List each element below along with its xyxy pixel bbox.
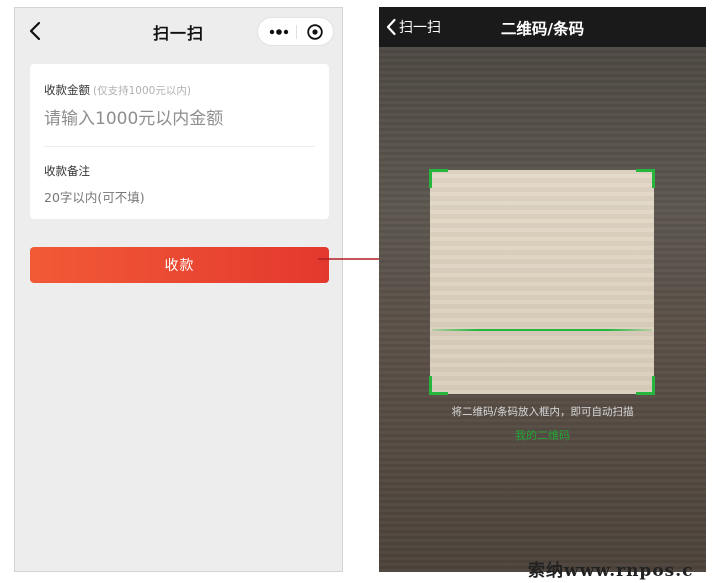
scan-corner [636, 376, 655, 395]
mini-program-capsule [257, 17, 334, 46]
note-label: 收款备注 [44, 164, 90, 178]
collect-payment-button[interactable]: 收款 [30, 247, 329, 283]
amount-label-text: 收款金额 [44, 83, 90, 97]
scanner-screen: 扫一扫 二维码/条码 将二维码/条码放入框内，即可自动扫描 我的二维码 [379, 7, 706, 572]
amount-hint: (仅支持1000元以内) [93, 85, 191, 97]
more-dots-icon[interactable] [268, 24, 290, 40]
amount-label: 收款金额 (仅支持1000元以内) [44, 82, 191, 98]
scan-line [432, 329, 652, 331]
divider [44, 146, 315, 147]
scan-corner [429, 169, 448, 188]
amount-input[interactable] [42, 104, 316, 134]
scan-frame [429, 169, 655, 395]
note-input[interactable] [42, 186, 316, 208]
scan-corner [429, 376, 448, 395]
payment-screen: 扫一扫 收款金额(仅支持1000元以内) 收款备注 收款 [14, 7, 343, 572]
watermark: 索纳www.rnpos.c [528, 561, 694, 581]
payment-form-card: 收款金额(仅支持1000元以内) 收款备注 [30, 64, 329, 219]
my-qr-code-link[interactable]: 我的二维码 [379, 427, 706, 443]
scanner-title: 二维码/条码 [500, 20, 585, 38]
nav-bar: 扫一扫 [15, 8, 342, 54]
capsule-divider [296, 25, 297, 39]
scanner-nav-bar: 扫一扫 二维码/条码 [379, 7, 706, 47]
scan-hint: 将二维码/条码放入框内，即可自动扫描 [451, 406, 634, 418]
scan-corner [636, 169, 655, 188]
target-close-icon[interactable] [306, 23, 324, 41]
